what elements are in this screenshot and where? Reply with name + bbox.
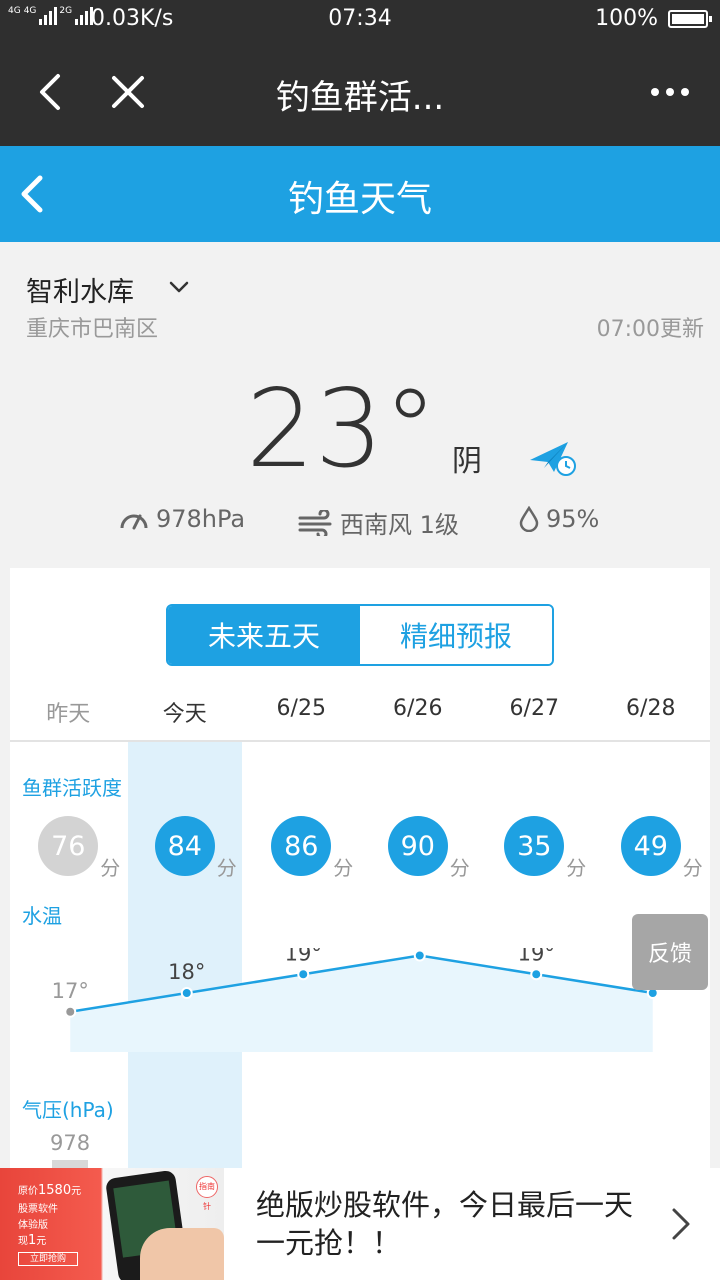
day-label: 6/25 — [276, 696, 326, 721]
forecast-card: 未来五天 精细预报 昨天 今天 6/25 6/26 6/27 6/28 鱼群活跃度 76 分… — [10, 568, 710, 1172]
score-unit: 分 — [216, 856, 237, 880]
forecast-tab-switch: 未来五天 精细预报 — [166, 604, 554, 666]
water-temp-chart: 17°18°19°20°19°18° — [52, 948, 671, 1052]
weather-condition: 阴 — [452, 444, 482, 479]
water-temp-point — [413, 949, 426, 962]
location-name[interactable]: 智利水库 — [26, 270, 134, 309]
screen: 4G 4G 2G 0.03K/s 07:34 100% 钓鱼群活... 钓鱼天气… — [0, 0, 720, 1280]
update-time: 07:00更新 — [596, 317, 704, 342]
current-temperature: 23° — [246, 367, 438, 492]
app-header: 钓鱼天气 — [0, 146, 720, 242]
fish-activity-title: 鱼群活跃度 — [22, 776, 122, 800]
wind-icon — [298, 509, 332, 536]
app-title: 钓鱼天气 — [287, 179, 432, 220]
pressure-first-value: 978 — [50, 1131, 91, 1155]
water-temp-label: 19° — [518, 948, 555, 965]
day-label: 6/27 — [509, 696, 559, 721]
humidity-value: 95% — [546, 505, 600, 533]
chevron-right-icon[interactable] — [666, 1206, 694, 1242]
water-temp-point — [64, 1005, 77, 1018]
ad-image-now-line: 现1元 — [18, 1233, 47, 1248]
water-temp-point — [297, 968, 310, 981]
day-label: 6/28 — [626, 696, 676, 721]
water-temp-point — [530, 968, 543, 981]
tab-five-day[interactable]: 未来五天 — [168, 606, 360, 664]
activity-score: 76 — [38, 816, 99, 876]
activity-score: 35 — [504, 816, 565, 876]
gauge-icon — [120, 514, 148, 530]
water-drop-icon — [519, 506, 539, 532]
water-temp-point — [180, 987, 193, 999]
day-label: 6/26 — [393, 696, 443, 721]
day-label: 昨天 — [46, 702, 91, 727]
location-district: 重庆市巴南区 — [26, 317, 159, 342]
water-temp-title: 水温 — [22, 904, 62, 928]
water-temp-area — [70, 955, 653, 1052]
ad-text[interactable]: 绝版炒股软件，今日最后一天一元抢！！ — [256, 1186, 636, 1262]
water-temp-label: 17° — [52, 979, 89, 1003]
more-menu-icon[interactable] — [646, 68, 694, 116]
day-header-row: 昨天 今天 6/25 6/26 6/27 6/28 — [10, 696, 710, 740]
wind-metric: 西南风 1级 — [298, 505, 459, 540]
close-icon[interactable] — [104, 68, 152, 116]
activity-score: 86 — [271, 816, 332, 876]
activity-score: 84 — [154, 816, 215, 876]
paper-plane-clock-icon[interactable] — [528, 438, 578, 478]
score-unit: 分 — [333, 856, 354, 880]
pressure-metric: 978hPa — [118, 505, 245, 533]
score-unit: 分 — [566, 856, 587, 880]
ad-image-line3: 体验版 — [18, 1220, 48, 1231]
title-bar: 钓鱼群活... — [0, 38, 720, 146]
ad-image-button: 立即抢购 — [18, 1252, 78, 1266]
divider — [10, 740, 710, 742]
chevron-down-icon[interactable] — [166, 276, 192, 298]
humidity-metric: 95% — [518, 505, 599, 533]
pressure-section-title: 气压(hPa) — [22, 1098, 114, 1122]
battery-icon — [668, 10, 712, 28]
hand-illustration — [140, 1228, 224, 1280]
pressure-value: 978hPa — [156, 505, 246, 533]
status-bar: 4G 4G 2G 0.03K/s 07:34 100% — [0, 0, 720, 38]
activity-score: 90 — [387, 816, 448, 876]
water-temp-label: 19° — [285, 948, 322, 965]
ad-image-line2: 股票软件 — [18, 1204, 58, 1215]
tab-detailed[interactable]: 精细预报 — [360, 606, 552, 664]
back-icon[interactable] — [28, 68, 76, 116]
water-temp-label: 18° — [168, 960, 205, 984]
page-title: 钓鱼群活... — [275, 78, 445, 118]
score-unit: 分 — [449, 856, 470, 880]
day-label: 今天 — [162, 702, 207, 727]
score-unit: 分 — [682, 856, 703, 880]
wind-value: 西南风 1级 — [340, 511, 459, 539]
activity-score: 49 — [620, 816, 681, 876]
ad-image[interactable]: 原价1580元 股票软件 体验版 现1元 立即抢购 指南针 — [0, 1168, 224, 1280]
ad-banner[interactable]: 原价1580元 股票软件 体验版 现1元 立即抢购 指南针 绝版炒股软件，今日最… — [0, 1168, 720, 1280]
score-unit: 分 — [100, 856, 121, 880]
battery-percent: 100% — [595, 6, 658, 31]
feedback-button[interactable]: 反馈 — [632, 914, 708, 990]
ad-logo: 指南针 — [196, 1176, 218, 1211]
ad-image-price-line: 原价1580元 — [18, 1183, 82, 1198]
